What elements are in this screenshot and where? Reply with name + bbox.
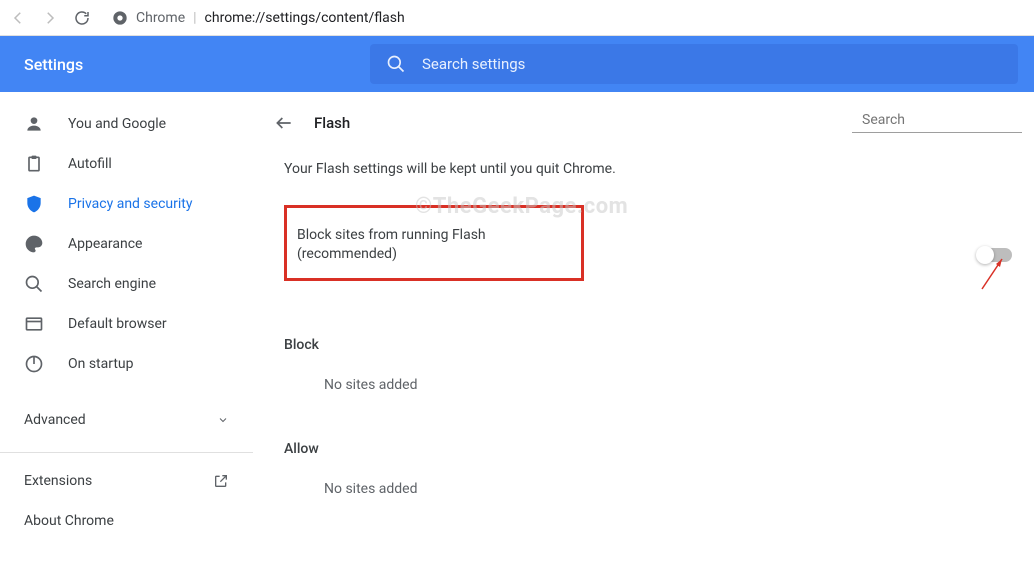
allow-section-heading: Allow [284, 441, 1022, 457]
toggle-knob [976, 246, 994, 264]
flash-info-text: Your Flash settings will be kept until y… [284, 161, 1022, 177]
page-title: Flash [314, 114, 350, 132]
sidebar-item-you-and-google[interactable]: You and Google [0, 104, 253, 144]
person-icon [24, 114, 44, 134]
advanced-label: Advanced [24, 412, 86, 428]
divider [0, 452, 253, 453]
forward-button[interactable] [40, 8, 60, 28]
browser-toolbar: Chrome | chrome://settings/content/flash [0, 0, 1034, 36]
sidebar-about-chrome[interactable]: About Chrome [0, 501, 253, 541]
url-label: Chrome [136, 10, 185, 26]
back-button[interactable] [8, 8, 28, 28]
sidebar-item-default-browser[interactable]: Default browser [0, 304, 253, 344]
content-search-box[interactable] [852, 112, 1022, 133]
reload-button[interactable] [72, 8, 92, 28]
sidebar-item-label: Autofill [68, 156, 112, 172]
search-icon [386, 54, 406, 74]
sidebar-extensions[interactable]: Extensions [0, 461, 253, 501]
search-icon [24, 274, 44, 294]
settings-sidebar: You and Google Autofill Privacy and secu… [0, 92, 254, 577]
extensions-label: Extensions [24, 473, 92, 489]
sidebar-item-privacy-security[interactable]: Privacy and security [0, 184, 253, 224]
search-settings-input[interactable] [422, 55, 1002, 73]
sidebar-item-autofill[interactable]: Autofill [0, 144, 253, 184]
settings-title: Settings [0, 55, 370, 74]
about-label: About Chrome [24, 513, 114, 529]
chrome-icon [112, 10, 128, 26]
palette-icon [24, 234, 44, 254]
highlight-box: Block sites from running Flash (recommen… [284, 205, 584, 281]
sidebar-item-label: You and Google [68, 116, 166, 132]
settings-header: Settings [0, 36, 1034, 92]
flash-toggle[interactable] [978, 248, 1012, 262]
content-area: Flash Your Flash settings will be kept u… [254, 92, 1034, 577]
shield-icon [24, 194, 44, 214]
browser-icon [24, 314, 44, 334]
sidebar-item-label: Privacy and security [68, 196, 192, 212]
url-path: chrome://settings/content/flash [205, 10, 405, 26]
power-icon [24, 354, 44, 374]
sidebar-item-label: On startup [68, 356, 134, 372]
search-settings-box[interactable] [370, 44, 1018, 84]
block-section-heading: Block [284, 337, 1022, 353]
back-arrow-button[interactable] [274, 113, 294, 133]
allow-empty-text: No sites added [324, 481, 1022, 497]
toggle-label: Block sites from running Flash (recommen… [297, 227, 486, 262]
sidebar-advanced[interactable]: Advanced [0, 396, 253, 444]
content-search-input[interactable] [862, 112, 1034, 128]
clipboard-icon [24, 154, 44, 174]
sidebar-item-appearance[interactable]: Appearance [0, 224, 253, 264]
sidebar-item-label: Appearance [68, 236, 142, 252]
sidebar-item-search-engine[interactable]: Search engine [0, 264, 253, 304]
external-link-icon [213, 473, 229, 489]
flash-toggle-row: Block sites from running Flash (recommen… [274, 197, 1022, 313]
sidebar-item-label: Default browser [68, 316, 167, 332]
block-empty-text: No sites added [324, 377, 1022, 393]
sidebar-item-on-startup[interactable]: On startup [0, 344, 253, 384]
chevron-down-icon [217, 414, 229, 426]
address-bar[interactable]: Chrome | chrome://settings/content/flash [112, 10, 405, 26]
sidebar-item-label: Search engine [68, 276, 156, 292]
